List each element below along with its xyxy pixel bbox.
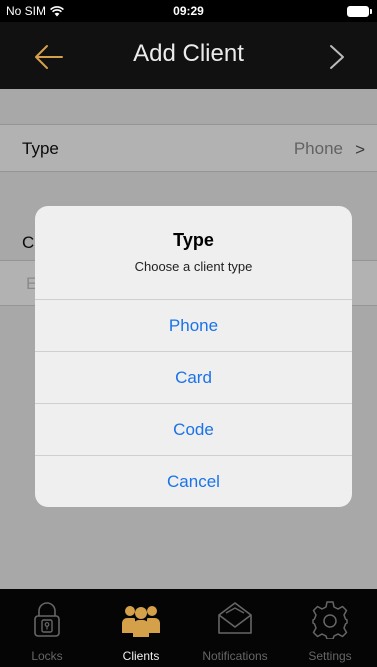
- tab-locks[interactable]: Locks: [0, 589, 94, 667]
- option-code-button[interactable]: Code: [35, 403, 352, 455]
- lock-icon: [34, 602, 60, 637]
- cancel-button[interactable]: Cancel: [35, 455, 352, 507]
- status-time: 09:29: [173, 4, 204, 18]
- people-icon: [122, 606, 160, 637]
- option-phone-button[interactable]: Phone: [35, 299, 352, 351]
- tab-bar: Locks Clients Notifications Settings: [0, 589, 377, 667]
- type-dialog: Type Choose a client type Phone Card Cod…: [35, 206, 352, 507]
- tab-notifications[interactable]: Notifications: [188, 589, 282, 667]
- battery-icon: [347, 6, 372, 17]
- page-title: Add Client: [133, 40, 244, 67]
- gear-icon: [312, 601, 348, 639]
- tab-settings[interactable]: Settings: [283, 589, 377, 667]
- tab-label: Clients: [122, 649, 160, 663]
- tab-label: Settings: [308, 649, 352, 663]
- status-bar: No SIM 09:29: [0, 0, 377, 22]
- dialog-message: Choose a client type: [134, 259, 253, 274]
- tab-clients[interactable]: Clients: [94, 589, 188, 667]
- navigation-bar: Add Client: [0, 22, 377, 89]
- tab-label: Locks: [31, 649, 63, 663]
- option-card-button[interactable]: Card: [35, 351, 352, 403]
- tab-label: Notifications: [202, 649, 268, 663]
- chevron-right-icon[interactable]: [327, 44, 347, 70]
- dialog-title: Type: [173, 230, 214, 250]
- envelope-icon: [218, 602, 252, 634]
